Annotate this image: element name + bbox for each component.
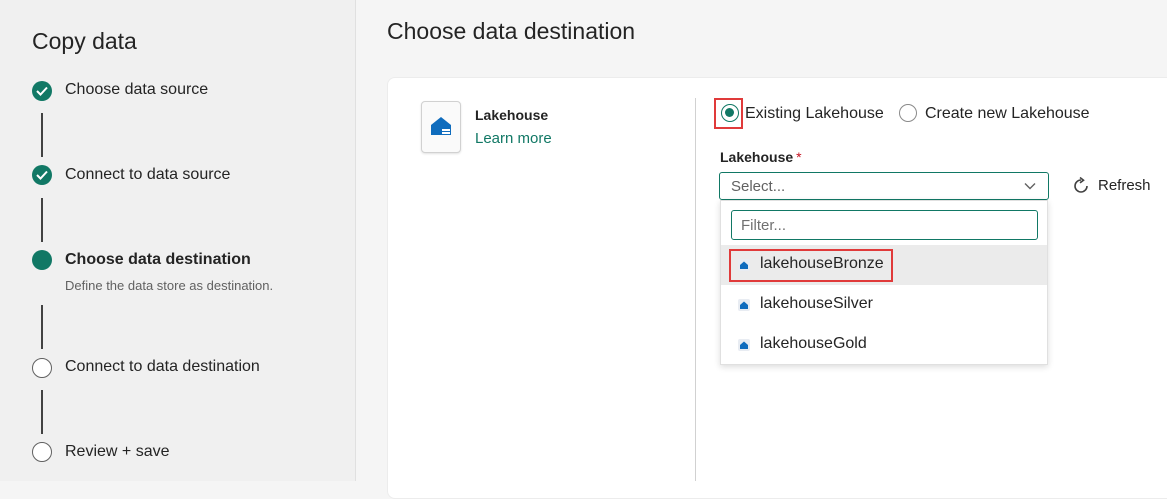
step-connector bbox=[41, 198, 43, 242]
step-connector bbox=[41, 113, 43, 157]
select-placeholder: Select... bbox=[731, 178, 786, 195]
destination-name: Lakehouse bbox=[475, 107, 549, 123]
step-label-choose-source: Choose data source bbox=[65, 81, 209, 98]
option-label: lakehouseSilver bbox=[760, 295, 873, 312]
step-pending-icon bbox=[32, 442, 52, 462]
wizard-sidebar bbox=[0, 0, 355, 481]
lakehouse-icon bbox=[431, 117, 451, 135]
lakehouse-select[interactable]: Select... bbox=[719, 172, 1049, 200]
step-label-connect-source: Connect to data source bbox=[65, 166, 231, 183]
lakehouse-field-label: Lakehouse * bbox=[720, 149, 802, 165]
refresh-icon[interactable] bbox=[1071, 176, 1091, 196]
highlight-outline bbox=[714, 98, 743, 129]
learn-more-link[interactable]: Learn more bbox=[475, 130, 552, 147]
vertical-divider bbox=[695, 98, 696, 481]
page-title: Choose data destination bbox=[387, 18, 636, 44]
step-label-connect-destination: Connect to data destination bbox=[65, 358, 260, 375]
step-connector bbox=[41, 305, 43, 349]
lakehouse-tile bbox=[421, 101, 461, 153]
step-connector bbox=[41, 390, 43, 434]
option-lakehouse-gold[interactable]: lakehouseGold bbox=[721, 325, 1047, 365]
lakehouse-icon bbox=[738, 299, 750, 311]
step-description: Define the data store as destination. bbox=[65, 278, 274, 293]
highlight-outline bbox=[729, 249, 893, 282]
field-label-text: Lakehouse bbox=[720, 149, 794, 165]
step-label-review-save: Review + save bbox=[65, 443, 170, 460]
step-label-choose-destination: Choose data destination bbox=[65, 251, 251, 268]
required-indicator: * bbox=[796, 149, 802, 165]
sidebar-divider bbox=[355, 0, 356, 481]
step-pending-icon bbox=[32, 358, 52, 378]
create-new-lakehouse-label[interactable]: Create new Lakehouse bbox=[925, 105, 1090, 123]
chevron-down-icon bbox=[1024, 183, 1036, 190]
wizard-title: Copy data bbox=[32, 28, 137, 54]
filter-input[interactable] bbox=[731, 210, 1038, 240]
step-complete-icon bbox=[32, 81, 52, 101]
option-lakehouse-silver[interactable]: lakehouseSilver bbox=[721, 285, 1047, 325]
lakehouse-icon bbox=[738, 339, 750, 351]
refresh-button[interactable]: Refresh bbox=[1098, 177, 1151, 194]
step-complete-icon bbox=[32, 165, 52, 185]
step-current-icon bbox=[32, 250, 52, 270]
option-label: lakehouseGold bbox=[760, 335, 867, 352]
create-new-lakehouse-radio[interactable] bbox=[899, 104, 917, 122]
existing-lakehouse-label[interactable]: Existing Lakehouse bbox=[745, 105, 884, 123]
